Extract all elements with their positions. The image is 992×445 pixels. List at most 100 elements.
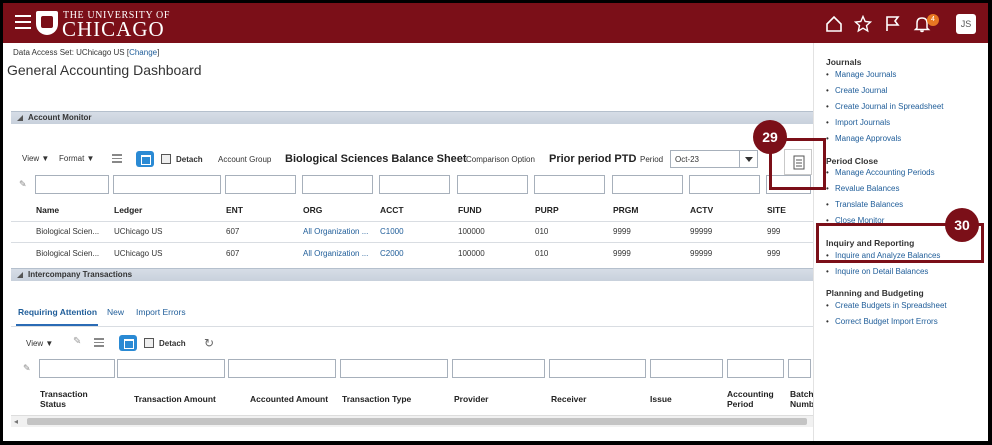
filter-issue[interactable] [650,359,723,378]
ic-query-by-example-button[interactable] [119,335,137,351]
freeze-columns-icon[interactable] [112,154,122,164]
filter-name[interactable] [35,175,109,194]
collapse-triangle-icon[interactable] [17,115,23,121]
filter-prgm[interactable] [612,175,683,194]
task-revalue-balances[interactable]: Revalue Balances [826,184,900,193]
col-actv[interactable]: ACTV [690,205,713,215]
data-access-label: Data Access Set: UChicago US [ [13,48,130,57]
filter-accounted-amount[interactable] [228,359,336,378]
tab-import-errors[interactable]: Import Errors [136,307,186,317]
task-manage-accounting-periods[interactable]: Manage Accounting Periods [826,168,935,177]
filter-transaction-type[interactable] [340,359,448,378]
scroll-thumb[interactable] [27,418,807,425]
col-acct[interactable]: ACCT [380,205,404,215]
filter-acct[interactable] [379,175,450,194]
period-select[interactable]: Oct-23 [670,150,758,168]
page-title: General Accounting Dashboard [7,62,202,78]
cell-purp: 010 [535,249,549,258]
edit-pencil-icon[interactable]: ✎ [73,336,81,347]
detach-icon[interactable] [161,154,171,164]
filter-provider[interactable] [452,359,545,378]
detach-button[interactable]: Detach [176,155,203,164]
group-planning-budgeting-title: Planning and Budgeting [826,288,924,298]
collapse-triangle-icon[interactable] [17,272,23,278]
col-fund[interactable]: FUND [458,205,482,215]
view-menu[interactable]: View ▼ [22,154,49,163]
col-name[interactable]: Name [36,205,59,215]
tab-new[interactable]: New [107,307,124,317]
task-inquire-detail-balances[interactable]: Inquire on Detail Balances [826,267,928,276]
col-site[interactable]: SITE [767,205,786,215]
filter-org[interactable] [302,175,373,194]
filter-purp[interactable] [534,175,605,194]
col-accounted-amount[interactable]: Accounted Amount [250,394,328,404]
ic-detach-button[interactable]: Detach [159,339,186,348]
col-transaction-type[interactable]: Transaction Type [342,394,411,404]
freeze-columns-icon[interactable] [94,338,104,348]
task-translate-balances[interactable]: Translate Balances [826,200,903,209]
col-issue[interactable]: Issue [650,394,672,404]
filter-batch-number[interactable] [788,359,811,378]
filter-ent[interactable] [225,175,296,194]
cell-org-link[interactable]: All Organization ... [303,227,368,236]
col-purp[interactable]: PURP [535,205,559,215]
filter-receiver[interactable] [549,359,646,378]
user-avatar[interactable]: JS [956,14,976,34]
col-batch-number[interactable]: Batch Numb [790,389,814,409]
edit-pencil-icon: ✎ [19,179,27,189]
col-ent[interactable]: ENT [226,205,243,215]
query-by-example-button[interactable] [136,151,154,167]
comparison-option-value[interactable]: Prior period PTD [549,153,636,165]
filter-transaction-amount[interactable] [117,359,225,378]
cell-acct-link[interactable]: C1000 [380,227,404,236]
menu-icon[interactable] [15,15,31,29]
flag-icon[interactable] [883,15,901,33]
task-create-budgets-spreadsheet[interactable]: Create Budgets in Spreadsheet [826,301,947,310]
col-transaction-status[interactable]: Transaction Status [40,389,88,409]
cell-org-link[interactable]: All Organization ... [303,249,368,258]
cell-prgm: 9999 [613,249,631,258]
tab-requiring-attention[interactable]: Requiring Attention [18,307,97,317]
ic-view-menu[interactable]: View ▼ [26,339,53,348]
col-provider[interactable]: Provider [454,394,489,404]
task-manage-journals[interactable]: Manage Journals [826,70,896,79]
cell-ent: 607 [226,249,240,258]
chevron-down-icon[interactable] [739,151,757,167]
account-monitor-title: Account Monitor [28,113,92,122]
scroll-left-icon[interactable]: ◂ [14,417,18,426]
row-divider [11,221,813,222]
refresh-icon[interactable]: ↻ [204,336,214,350]
home-icon[interactable] [825,15,843,33]
col-transaction-amount[interactable]: Transaction Amount [134,394,216,404]
col-ledger[interactable]: Ledger [114,205,142,215]
col-receiver[interactable]: Receiver [551,394,586,404]
account-monitor-header[interactable]: Account Monitor [11,111,813,124]
task-correct-budget-import-errors[interactable]: Correct Budget Import Errors [826,317,938,326]
account-group-value[interactable]: Biological Sciences Balance Sheet [285,153,467,165]
format-menu[interactable]: Format ▼ [59,154,94,163]
logo-line-2: CHICAGO [62,17,165,41]
filter-transaction-status[interactable] [39,359,115,378]
horizontal-scrollbar[interactable]: ◂ [11,415,813,427]
task-manage-approvals[interactable]: Manage Approvals [826,134,901,143]
cell-fund: 100000 [458,227,485,236]
filter-actv[interactable] [689,175,760,194]
detach-icon[interactable] [144,338,154,348]
edit-pencil-icon: ✎ [23,363,31,373]
filter-accounting-period[interactable] [727,359,784,378]
task-create-journal-spreadsheet[interactable]: Create Journal in Spreadsheet [826,102,943,111]
col-org[interactable]: ORG [303,205,322,215]
intercompany-header[interactable]: Intercompany Transactions [11,268,813,281]
favorites-star-icon[interactable] [854,15,872,33]
cell-name: Biological Scien... [36,249,100,258]
cell-acct-link[interactable]: C2000 [380,249,404,258]
filter-ledger[interactable] [113,175,221,194]
cell-ledger: UChicago US [114,249,163,258]
cell-site: 999 [767,227,781,236]
change-data-access-link[interactable]: Change [129,48,157,57]
filter-fund[interactable] [457,175,528,194]
col-prgm[interactable]: PRGM [613,205,639,215]
task-create-journal[interactable]: Create Journal [826,86,888,95]
task-import-journals[interactable]: Import Journals [826,118,890,127]
col-accounting-period[interactable]: Accounting Period [727,389,774,409]
